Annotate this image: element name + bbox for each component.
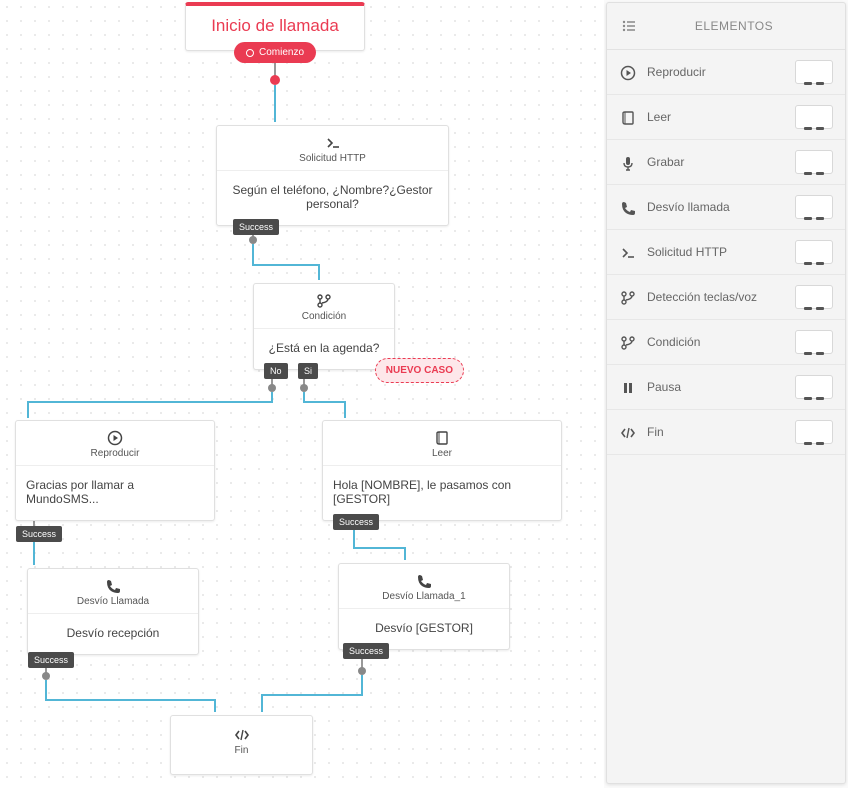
element-thumb[interactable] — [795, 420, 833, 444]
sidebar-item-label: Leer — [647, 110, 785, 124]
mic-icon — [619, 153, 637, 170]
element-thumb[interactable] — [795, 60, 833, 84]
fwd1-label: Desvío Llamada — [77, 596, 149, 607]
list-icon[interactable] — [621, 17, 637, 35]
sidebar-item-label: Pausa — [647, 380, 785, 394]
element-thumb[interactable] — [795, 195, 833, 219]
sidebar-item[interactable]: Detección teclas/voz — [607, 275, 845, 320]
sidebar-item-label: Desvío llamada — [647, 200, 785, 214]
element-thumb[interactable] — [795, 330, 833, 354]
sidebar-header: ELEMENTOS — [607, 3, 845, 50]
cond-si-tag[interactable]: Si — [298, 363, 318, 379]
read-node[interactable]: Leer Hola [NOMBRE], le pasamos con [GEST… — [322, 420, 562, 521]
code-icon — [175, 726, 308, 743]
forward2-node[interactable]: Desvío Llamada_1 Desvío [GESTOR] Success — [338, 563, 510, 650]
read-success-tag[interactable]: Success — [333, 514, 379, 530]
sidebar-item[interactable]: Desvío llamada — [607, 185, 845, 230]
element-thumb[interactable] — [795, 240, 833, 264]
element-thumb[interactable] — [795, 375, 833, 399]
cmd-icon — [221, 134, 444, 151]
condition-node[interactable]: Condición ¿Está en la agenda? No Si NUEV… — [253, 283, 395, 370]
sidebar-item[interactable]: Leer — [607, 95, 845, 140]
branch-icon — [619, 288, 637, 305]
play-head: Reproducir — [16, 421, 214, 466]
phone-icon — [32, 577, 194, 594]
book-icon — [327, 429, 557, 446]
sidebar-item[interactable]: Solicitud HTTP — [607, 230, 845, 275]
sidebar-item-label: Fin — [647, 425, 785, 439]
fwd2-success-tag[interactable]: Success — [343, 643, 389, 659]
element-thumb[interactable] — [795, 150, 833, 174]
fwd2-head: Desvío Llamada_1 — [339, 564, 509, 609]
play-node[interactable]: Reproducir Gracias por llamar a MundoSMS… — [15, 420, 215, 521]
play-success-tag[interactable]: Success — [16, 526, 62, 542]
sidebar-item-label: Detección teclas/voz — [647, 290, 785, 304]
http-node[interactable]: Solicitud HTTP Según el teléfono, ¿Nombr… — [216, 125, 449, 226]
phone-icon — [619, 198, 637, 215]
play-body: Gracias por llamar a MundoSMS... — [16, 466, 214, 520]
read-body: Hola [NOMBRE], le pasamos con [GESTOR] — [323, 466, 561, 520]
start-pill-label: Comienzo — [259, 47, 304, 58]
branch-icon — [258, 292, 390, 309]
sidebar-item[interactable]: Condición — [607, 320, 845, 365]
end-head: Fin — [171, 716, 312, 774]
element-thumb[interactable] — [795, 105, 833, 129]
sidebar-title: ELEMENTOS — [637, 19, 831, 33]
code-icon — [619, 423, 637, 440]
flow-canvas[interactable]: Inicio de llamada Comienzo Solicitud HTT… — [0, 0, 604, 788]
sidebar-item[interactable]: Reproducir — [607, 50, 845, 95]
branch-icon — [619, 333, 637, 350]
sidebar-item-label: Reproducir — [647, 65, 785, 79]
start-pill[interactable]: Comienzo — [234, 42, 316, 63]
pause-icon — [619, 378, 637, 395]
book-icon — [619, 108, 637, 125]
play-label: Reproducir — [91, 448, 140, 459]
cmd-icon — [619, 243, 637, 260]
http-label: Solicitud HTTP — [299, 153, 366, 164]
sidebar-item-label: Condición — [647, 335, 785, 349]
start-node[interactable]: Inicio de llamada Comienzo — [185, 2, 365, 51]
phone-icon — [343, 572, 505, 589]
cond-no-tag[interactable]: No — [264, 363, 288, 379]
sidebar-item[interactable]: Pausa — [607, 365, 845, 410]
new-case-badge[interactable]: NUEVO CASO — [375, 358, 464, 383]
fwd1-head: Desvío Llamada — [28, 569, 198, 614]
sidebar-item-label: Grabar — [647, 155, 785, 169]
cond-label: Condición — [302, 311, 346, 322]
cond-head: Condición — [254, 284, 394, 329]
elements-sidebar: ELEMENTOS Reproducir Leer Grabar Desvío lla… — [606, 2, 846, 784]
play-icon — [619, 63, 637, 80]
http-success-tag[interactable]: Success — [233, 219, 279, 235]
sidebar-item-label: Solicitud HTTP — [647, 245, 785, 259]
http-head: Solicitud HTTP — [217, 126, 448, 171]
read-label: Leer — [432, 448, 452, 459]
fwd2-label: Desvío Llamada_1 — [382, 591, 465, 602]
play-icon — [20, 429, 210, 446]
forward1-node[interactable]: Desvío Llamada Desvío recepción Success — [27, 568, 199, 655]
fwd1-success-tag[interactable]: Success — [28, 652, 74, 668]
sidebar-item[interactable]: Fin — [607, 410, 845, 455]
fwd1-body: Desvío recepción — [28, 614, 198, 654]
http-body: Según el teléfono, ¿Nombre?¿Gestor perso… — [217, 171, 448, 225]
element-thumb[interactable] — [795, 285, 833, 309]
sidebar-item[interactable]: Grabar — [607, 140, 845, 185]
end-label: Fin — [235, 745, 249, 756]
end-node[interactable]: Fin — [170, 715, 313, 775]
circle-icon — [246, 49, 254, 57]
read-head: Leer — [323, 421, 561, 466]
